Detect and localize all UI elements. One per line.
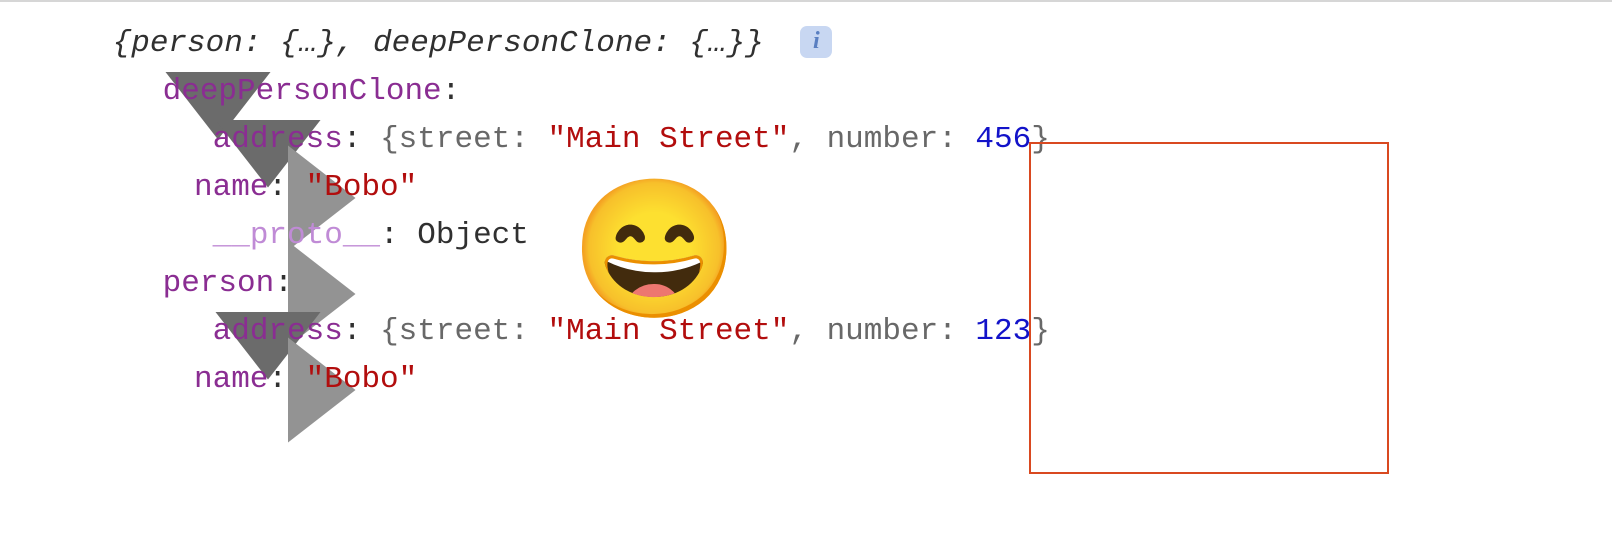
- number-value: 456: [975, 122, 1031, 157]
- property-key: person: [163, 266, 275, 301]
- object-value: Object: [417, 218, 529, 253]
- expand-right-icon[interactable]: [168, 123, 190, 145]
- info-icon[interactable]: i: [800, 26, 832, 58]
- number-value: 123: [975, 314, 1031, 349]
- string-value: "Bobo": [306, 362, 418, 397]
- object-summary: {person: {…}, deepPersonClone: {…}}: [113, 26, 764, 61]
- property-key: address: [213, 122, 343, 157]
- property-person[interactable]: person:: [68, 260, 1612, 308]
- string-value: "Bobo": [306, 170, 418, 205]
- property-deepPersonClone[interactable]: deepPersonClone:: [68, 68, 1612, 116]
- property-deepPersonClone-address[interactable]: address: {street: "Main Street", number:…: [68, 116, 1612, 164]
- string-value: "Main Street": [548, 122, 790, 157]
- expand-right-icon[interactable]: [168, 315, 190, 337]
- smiley-emoji-icon: 😄: [570, 192, 739, 328]
- inline-key: street: [399, 314, 511, 349]
- expand-down-icon[interactable]: [118, 267, 140, 289]
- expand-down-icon[interactable]: [118, 75, 140, 97]
- inline-key: number: [827, 122, 939, 157]
- property-person-name: name: "Bobo": [68, 356, 1612, 404]
- expand-down-icon[interactable]: [68, 27, 90, 49]
- property-deepPersonClone-name: name: "Bobo": [68, 164, 1612, 212]
- property-key: name: [194, 362, 268, 397]
- expand-right-icon[interactable]: [168, 219, 190, 241]
- object-summary-row[interactable]: {person: {…}, deepPersonClone: {…}} i: [68, 20, 1612, 68]
- property-key: deepPersonClone: [163, 74, 442, 109]
- property-key: __proto__: [213, 218, 380, 253]
- property-key: address: [213, 314, 343, 349]
- inline-key: number: [827, 314, 939, 349]
- property-person-address[interactable]: address: {street: "Main Street", number:…: [68, 308, 1612, 356]
- property-key: name: [194, 170, 268, 205]
- property-deepPersonClone-proto[interactable]: __proto__: Object: [68, 212, 1612, 260]
- inline-key: street: [399, 122, 511, 157]
